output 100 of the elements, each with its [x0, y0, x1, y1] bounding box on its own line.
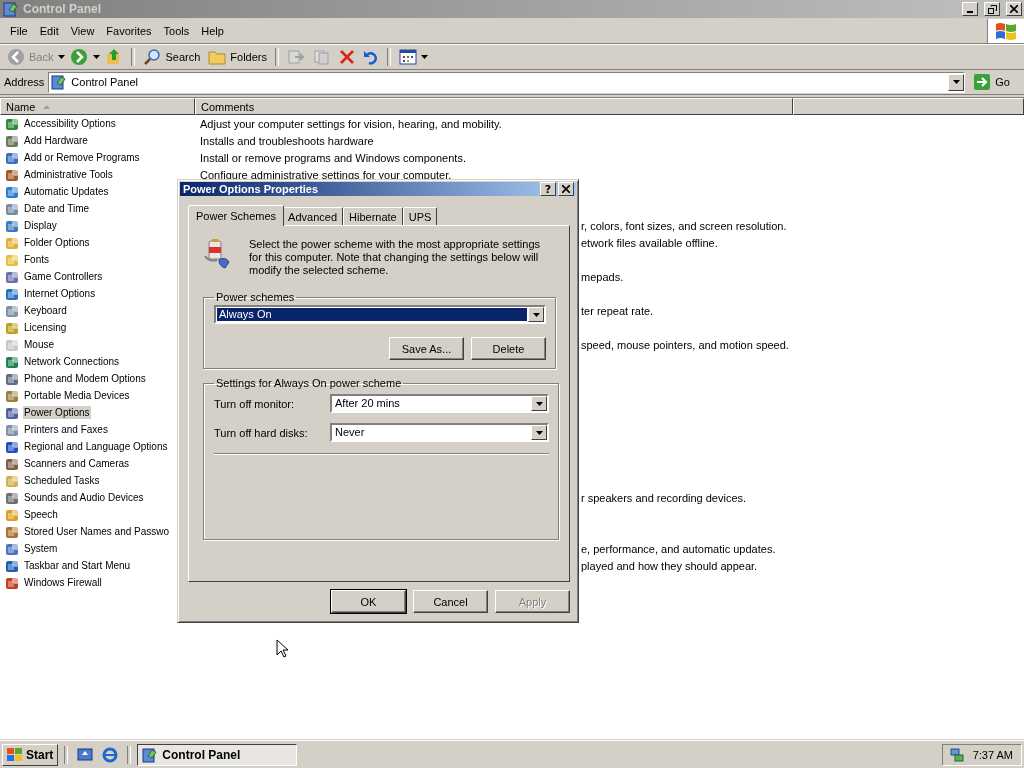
applet-name[interactable]: Scheduled Tasks	[23, 474, 101, 487]
window-title: Control Panel	[23, 2, 102, 16]
applet-name[interactable]: Date and Time	[23, 202, 91, 215]
push-button[interactable]: Delete	[471, 337, 546, 360]
sort-up-icon	[43, 104, 51, 109]
applet-name[interactable]: Stored User Names and Passwo	[23, 525, 171, 538]
column-header[interactable]: Comments	[195, 98, 793, 115]
delete-icon	[339, 49, 355, 65]
setting-dropdown[interactable]: After 20 mins	[330, 394, 549, 413]
applet-name[interactable]: Licensing	[23, 321, 68, 334]
applet-name[interactable]: Automatic Updates	[23, 185, 110, 198]
desktop-icon	[77, 746, 94, 763]
column-header[interactable]: Name	[0, 98, 195, 115]
comment-text: Install or remove programs and Windows components.	[200, 151, 466, 164]
applet-name[interactable]: Accessibility Options	[23, 117, 117, 130]
control-panel-icon	[142, 746, 159, 763]
restore-icon	[987, 4, 997, 14]
control-panel-icon	[51, 74, 68, 90]
caret-icon	[58, 55, 66, 59]
caret-icon	[535, 401, 543, 406]
caret-icon	[421, 55, 428, 59]
close-icon	[1010, 5, 1018, 13]
applet-name[interactable]: Internet Options	[23, 287, 97, 300]
caret-icon	[535, 430, 543, 435]
applet-name[interactable]: Sounds and Audio Devices	[23, 491, 145, 504]
menu-item[interactable]: Help	[195, 25, 230, 37]
applet-name[interactable]: Printers and Faxes	[23, 423, 109, 436]
setting-label: Turn off monitor:	[214, 397, 296, 410]
scheme-dropdown[interactable]: Always On	[214, 305, 546, 324]
applet-name[interactable]: Regional and Language Options	[23, 440, 169, 453]
clock: 7:37 AM	[972, 748, 1013, 761]
applet-name[interactable]: Fonts	[23, 253, 50, 266]
menu-item[interactable]: File	[4, 25, 34, 37]
tab[interactable]: Advanced	[282, 207, 344, 225]
windows-flag-icon	[7, 747, 23, 762]
address-label: Address	[4, 76, 45, 88]
applet-name[interactable]: Game Controllers	[23, 270, 104, 283]
go-button[interactable]: Go	[969, 73, 1020, 91]
applet-name[interactable]: Add Hardware	[23, 134, 89, 147]
applet-name[interactable]: Taskbar and Start Menu	[23, 559, 132, 572]
applet-name[interactable]: Phone and Modem Options	[23, 372, 147, 385]
browser-icon	[102, 746, 119, 763]
menu-item[interactable]: Edit	[33, 25, 65, 37]
control-panel-icon	[3, 1, 19, 17]
applet-name[interactable]: Network Connections	[23, 355, 121, 368]
caret-icon	[93, 55, 101, 59]
dialog-button[interactable]: Cancel	[413, 590, 488, 613]
copy-to-icon	[313, 49, 331, 65]
move-to-icon	[287, 49, 305, 65]
applet-name[interactable]: Power Options	[23, 406, 91, 419]
group-title: Power schemes	[215, 291, 296, 303]
views-button[interactable]	[396, 46, 431, 68]
comment-text: speed, mouse pointers, and motion speed.	[581, 338, 789, 351]
applet-name[interactable]: Folder Options	[23, 236, 91, 249]
views-icon	[399, 49, 417, 65]
push-button[interactable]: Save As...	[389, 337, 464, 360]
menu-item[interactable]: Tools	[157, 25, 196, 37]
applet-name[interactable]: Administrative Tools	[23, 168, 114, 181]
applet-name[interactable]: Speech	[23, 508, 59, 521]
applet-name[interactable]: Scanners and Cameras	[23, 457, 131, 470]
menu-item[interactable]: View	[64, 25, 101, 37]
applet-name[interactable]: Windows Firewall	[23, 576, 103, 589]
comment-text: ter repeat rate.	[581, 304, 654, 317]
close-button[interactable]	[1006, 2, 1022, 16]
tab[interactable]: Power Schemes	[188, 205, 285, 226]
description-text: Select the power scheme with the most appropriate settings for this computer. Note that changing the settings below will modify the selected scheme.	[249, 238, 542, 277]
restore-button[interactable]	[984, 2, 1000, 16]
dropdown-button[interactable]	[948, 73, 965, 91]
comment-text: r, colors, font sizes, and screen resolution.	[581, 219, 787, 232]
network-icon	[948, 746, 965, 763]
undo-icon	[363, 49, 379, 65]
search-button[interactable]: Search	[140, 46, 204, 68]
applet-name[interactable]: Portable Media Devices	[23, 389, 131, 402]
caret-icon	[532, 312, 540, 317]
search-icon	[143, 48, 162, 66]
tab[interactable]: Hibernate	[343, 207, 403, 225]
comment-text: mepads.	[581, 270, 624, 283]
applet-name[interactable]: Display	[23, 219, 58, 232]
applet-name[interactable]: Mouse	[23, 338, 55, 351]
menu-item[interactable]: Favorites	[100, 25, 158, 37]
applet-name[interactable]: Keyboard	[23, 304, 68, 317]
applet-name[interactable]: Add or Remove Programs	[23, 151, 141, 164]
taskbar-button[interactable]: Control Panel	[137, 743, 298, 766]
folders-button[interactable]: Folders	[205, 46, 270, 68]
applet-name[interactable]: System	[23, 542, 59, 555]
comment-text: r speakers and recording devices.	[581, 491, 747, 504]
close-icon	[562, 185, 570, 193]
close-button[interactable]	[558, 182, 574, 196]
caret-icon	[952, 80, 960, 84]
comment-text: Installs and troubleshoots hardware	[200, 134, 374, 147]
dialog-button[interactable]: OK	[331, 590, 406, 613]
setting-dropdown[interactable]: Never	[330, 423, 549, 442]
start-button[interactable]: Start	[2, 743, 59, 766]
help-button[interactable]: ?	[540, 182, 556, 196]
address-field[interactable]: Control Panel	[48, 71, 966, 93]
comment-text: etwork files available offline.	[581, 236, 718, 249]
comment-text: Adjust your computer settings for vision, hearing, and mobility.	[200, 117, 502, 130]
windows-flag-icon	[995, 21, 1017, 41]
tab[interactable]: UPS	[402, 207, 438, 225]
minimize-button[interactable]	[962, 2, 978, 16]
